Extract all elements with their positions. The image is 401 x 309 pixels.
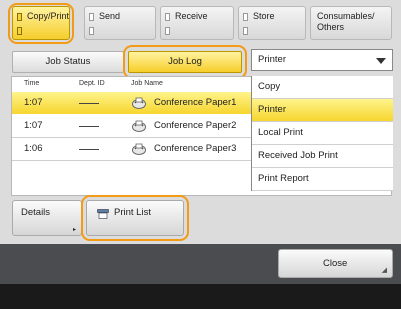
row-time: 1:07 [24, 120, 43, 131]
tab-store[interactable]: Store [238, 6, 306, 40]
close-button[interactable]: Close ◢ [278, 249, 393, 278]
chevron-down-icon [376, 58, 386, 64]
menu-item-print-report[interactable]: Print Report [252, 168, 393, 191]
row-job-name: Conference Paper1 [154, 97, 237, 108]
job-log-screen: Copy/Print Send Receive Store Consumable… [0, 0, 401, 309]
row-dept-id [79, 103, 99, 104]
menu-item-local-print[interactable]: Local Print [252, 122, 393, 145]
job-status-tab[interactable]: Job Status [12, 51, 124, 73]
document-icon [132, 97, 146, 109]
col-job-name: Job Name [131, 80, 163, 87]
row-job-name: Conference Paper2 [154, 120, 237, 131]
tab-label: Send [99, 11, 121, 21]
list-icon [97, 209, 109, 219]
row-time: 1:07 [24, 97, 43, 108]
list-header: Time Dept. ID Job Name [12, 77, 252, 90]
job-type-menu: Copy Printer Local Print Received Job Pr… [251, 76, 393, 191]
tab-label-line1: Consumables/ [317, 11, 375, 21]
tab-label-line2: Others [317, 22, 345, 32]
tab-receive[interactable]: Receive [160, 6, 234, 40]
print-list-label: Print List [114, 207, 151, 218]
row-dept-id [79, 126, 99, 127]
tab-label: Receive [175, 11, 208, 21]
job-log-tab[interactable]: Job Log [128, 51, 242, 73]
menu-item-received-job-print[interactable]: Received Job Print [252, 145, 393, 168]
document-icon [132, 143, 146, 155]
document-icon [132, 120, 146, 132]
tab-send[interactable]: Send [84, 6, 156, 40]
col-dept-id: Dept. ID [79, 80, 105, 87]
function-tab-bar: Copy/Print Send Receive Store Consumable… [0, 0, 401, 46]
close-label: Close [323, 258, 348, 269]
print-list-button[interactable]: Print List [86, 200, 184, 236]
job-type-dropdown[interactable]: Printer [251, 49, 393, 71]
row-dept-id [79, 149, 99, 150]
corner-arrow-icon: ◢ [381, 267, 387, 274]
menu-item-copy[interactable]: Copy [252, 76, 393, 99]
tab-label: Consumables/ Others [317, 11, 375, 33]
tab-label: Copy/Print [27, 11, 70, 21]
dropdown-selected-value: Printer [258, 54, 286, 65]
corner-arrow-icon: ▸ [72, 227, 76, 233]
tab-label: Store [253, 11, 275, 21]
details-button[interactable]: Details ▸ [12, 200, 82, 236]
footer-bar: Close ◢ [0, 244, 401, 284]
tab-copy-print[interactable]: Copy/Print [12, 6, 70, 40]
details-label: Details [21, 207, 51, 218]
menu-item-printer[interactable]: Printer [252, 99, 393, 122]
col-time: Time [24, 80, 40, 87]
tab-consumables-others[interactable]: Consumables/ Others [310, 6, 392, 40]
bottom-bar [0, 284, 401, 309]
row-time: 1:06 [24, 143, 43, 154]
row-job-name: Conference Paper3 [154, 143, 237, 154]
